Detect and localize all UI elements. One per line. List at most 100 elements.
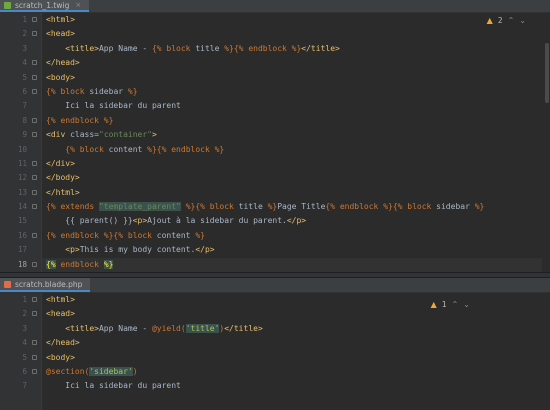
code-token: 'sidebar' [89, 366, 133, 376]
code-token: </head> [46, 58, 80, 68]
line-number: 2 [0, 27, 41, 41]
code-line[interactable]: <div class="container"> [42, 128, 550, 142]
fold-marker-icon[interactable] [32, 340, 37, 346]
code-line[interactable]: {% extends "template_parent" %}{% block … [42, 200, 550, 214]
code-token: </title> [224, 323, 263, 333]
fold-marker-icon[interactable] [32, 175, 37, 181]
fold-marker-icon[interactable] [32, 132, 37, 138]
code-line[interactable]: </div> [42, 157, 550, 171]
line-number-gutter[interactable]: 12 3 456 7 [0, 293, 42, 410]
code-token: sidebar [436, 202, 475, 212]
chevron-up-icon[interactable]: ⌃ [508, 16, 515, 25]
code-area[interactable]: <html> <head> <title>App Name - @yield('t… [42, 293, 550, 410]
chevron-down-icon[interactable]: ⌄ [519, 16, 526, 25]
code-area[interactable]: <html> <head> <title>App Name - {% block … [42, 13, 550, 272]
code-line[interactable]: <p>This is my body content.</p> [42, 243, 550, 257]
code-line[interactable]: </head> [42, 56, 550, 70]
code-token: Ici la sidebar du parent [46, 381, 181, 391]
inspection-widget[interactable]: ▲ 2 ⌃ ⌄ [487, 16, 526, 25]
code-line[interactable]: </body> [42, 171, 550, 185]
code-line[interactable]: {% block sidebar %} [42, 85, 550, 99]
fold-marker-icon[interactable] [32, 368, 37, 374]
fold-marker-icon[interactable] [32, 31, 37, 37]
line-number: 4 [0, 336, 41, 350]
line-number: 13 [0, 186, 41, 200]
fold-marker-icon[interactable] [32, 160, 37, 166]
scrollbar-thumb[interactable] [545, 43, 549, 103]
code-token: App Name - [98, 43, 152, 53]
editor-top-pane: scratch_1.twig × 1 2 3 4 5 6 7 8 9 10 11 12 13 14 15 16… [0, 0, 550, 272]
code-token: "container" [99, 130, 152, 140]
code-token: sidebar [89, 86, 128, 96]
fold-marker-icon[interactable] [32, 88, 37, 94]
fold-marker-icon[interactable] [32, 232, 37, 238]
code-line[interactable]: {% endblock %} [42, 257, 550, 272]
code-token: %} [103, 259, 114, 269]
line-number-gutter[interactable]: 1 2 3 4 5 6 7 8 9 10 11 12 13 14 15 16 17 18 [0, 13, 42, 272]
code-line[interactable]: {% block content %}{% endblock %} [42, 143, 550, 157]
code-line[interactable]: <title>App Name - {% block title %}{% en… [42, 42, 550, 56]
code-line[interactable]: <body> [42, 351, 550, 365]
code-line[interactable]: {{ parent() }}<p>Ajout à la sidebar du p… [42, 214, 550, 228]
fold-marker-icon[interactable] [32, 117, 37, 123]
line-number: 14 [0, 200, 41, 214]
line-number: 4 [0, 56, 41, 70]
code-token: content [108, 144, 148, 154]
code-line[interactable]: <head> [42, 27, 550, 41]
fold-marker-icon[interactable] [32, 261, 37, 267]
fold-marker-icon[interactable] [32, 204, 37, 210]
code-line[interactable]: </head> [42, 336, 550, 350]
warning-count: 1 [441, 300, 447, 309]
code-token: > [151, 130, 157, 140]
code-token: Ajout à la sidebar du parent. [147, 216, 287, 226]
code-token: @yield( [151, 323, 186, 333]
close-icon[interactable]: × [75, 1, 81, 9]
chevron-up-icon[interactable]: ⌃ [452, 300, 459, 309]
code-token: <body> [46, 352, 75, 362]
code-token: <p> [65, 245, 80, 255]
code-line[interactable]: {% endblock %} [42, 114, 550, 128]
code-line[interactable]: @section('sidebar') [42, 365, 550, 379]
fold-marker-icon[interactable] [32, 189, 37, 195]
tab-scratch-blade[interactable]: scratch.blade.php [0, 278, 91, 292]
fold-marker-icon[interactable] [32, 311, 37, 317]
code-token: <head> [46, 29, 75, 39]
code-line[interactable]: </html> [42, 186, 550, 200]
tab-label: scratch_1.twig [15, 0, 70, 10]
fold-marker-icon[interactable] [32, 297, 37, 302]
code-line[interactable]: {% endblock %}{% block content %} [42, 229, 550, 243]
line-number: 12 [0, 171, 41, 185]
code-token: <title> [65, 43, 99, 53]
line-number: 9 [0, 128, 41, 142]
code-token: content [156, 230, 196, 240]
code-token: @section( [46, 366, 90, 376]
fold-marker-icon[interactable] [32, 74, 37, 80]
inspection-widget[interactable]: ▲ 1 ⌃ ⌄ [431, 300, 470, 309]
code-line[interactable]: Ici la sidebar du parent [42, 99, 550, 113]
code-token: {% extends [46, 202, 99, 212]
line-number: 7 [22, 101, 27, 111]
blade-file-icon [4, 280, 11, 288]
fold-marker-icon[interactable] [32, 17, 37, 22]
code-line[interactable]: <title>App Name - @yield('title')</title… [42, 322, 550, 336]
code-line[interactable]: Ici la sidebar du parent [42, 379, 550, 393]
code-token: <html> [46, 15, 75, 24]
code-line[interactable]: <head> [42, 307, 550, 321]
code-line[interactable]: <body> [42, 71, 550, 85]
code-token: Ici la sidebar du parent [46, 101, 181, 111]
chevron-down-icon[interactable]: ⌄ [463, 300, 470, 309]
line-number: 8 [0, 114, 41, 128]
code-token: "template_parent" [98, 202, 181, 212]
tab-scratch-twig[interactable]: scratch_1.twig × [0, 0, 90, 12]
fold-marker-icon[interactable] [32, 354, 37, 360]
code-token: %} [474, 202, 485, 212]
line-number: 6 [0, 85, 41, 99]
code-line[interactable]: <html> [42, 13, 550, 27]
code-token: title [195, 43, 225, 53]
code-line[interactable]: <html> [42, 293, 550, 307]
line-number: 17 [17, 245, 27, 255]
fold-marker-icon[interactable] [32, 60, 37, 66]
vertical-scrollbar[interactable] [542, 13, 550, 272]
code-token: <title> [65, 323, 99, 333]
